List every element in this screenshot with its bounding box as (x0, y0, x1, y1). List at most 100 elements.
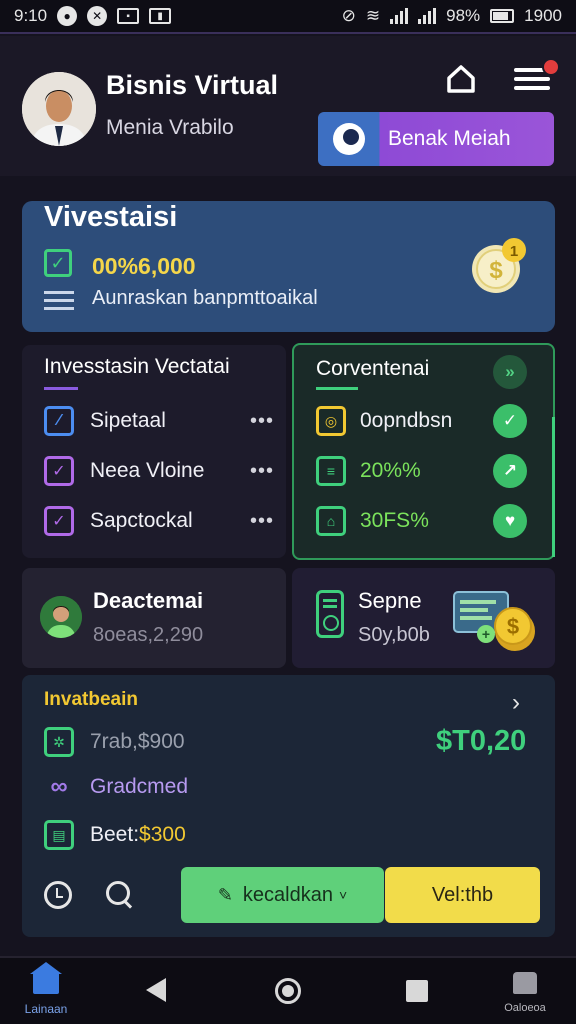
check-icon: ✓ (493, 404, 527, 438)
checkbox-icon: ✓ (44, 506, 74, 536)
investment-list-card: Invesstasin Vectatai ⁄ Sipetaal ••• ✓ Ne… (22, 345, 286, 558)
conversion-label: 20%% (360, 459, 421, 482)
page-title: Bisnis Virtual (106, 70, 279, 100)
app-header: Bisnis Virtual Menia Vrabilo Benak Meiah (0, 36, 576, 176)
september-value: S0y,b0b (358, 624, 430, 646)
header-action-button[interactable]: Benak Meiah (318, 112, 554, 166)
primary-action-label: kecaldkan (242, 883, 333, 906)
deposit-title: Deactemai (93, 588, 204, 613)
money-screen-icon: + $ (453, 591, 535, 651)
more-icon[interactable]: ••• (250, 510, 274, 533)
camera-icon: ● (57, 6, 78, 26)
close-circle-icon: ✕ (87, 6, 108, 26)
receipt-icon: ▤ (44, 820, 74, 850)
conversion-title: Corventenai (316, 357, 430, 380)
balance-card[interactable]: Vivestaisi ✓ 00%6,000 Aunraskan banpmtto… (22, 201, 555, 332)
wallet-icon (316, 590, 344, 638)
page-subtitle: Menia Vrabilo (106, 116, 234, 139)
investment-list-title: Invesstasin Vectatai (44, 355, 230, 378)
recents-icon[interactable] (406, 980, 428, 1002)
mute-icon: ⊘ (341, 6, 356, 25)
heart-icon: ♥ (493, 504, 527, 538)
notification-badge (542, 58, 560, 76)
nav-home[interactable]: Lainaan (18, 962, 74, 1024)
list-item[interactable]: ✓ Sapctockal ••• (44, 503, 274, 539)
gear-icon: ✲ (44, 727, 74, 757)
more-icon[interactable]: ••• (250, 460, 274, 483)
summary-row-label: Beet:$300 (90, 823, 186, 847)
deposit-value: 8oeas,2,290 (93, 624, 204, 646)
back-icon[interactable] (146, 978, 166, 1002)
more-icon[interactable]: ••• (250, 410, 274, 433)
title-underline (316, 387, 358, 390)
status-left: 9:10 ● ✕ ▪ ▮ (14, 6, 172, 26)
target-icon: ◎ (316, 406, 346, 436)
list-item[interactable]: ✓ Neea Vloine ••• (44, 453, 274, 489)
card-accent-bar (552, 417, 555, 557)
search-icon[interactable] (106, 881, 136, 911)
wifi-icon: ≋ (365, 6, 381, 25)
investment-summary-amount: $T0,20 (436, 725, 527, 757)
svg-text:$: $ (507, 614, 519, 639)
conversion-card: Corventenai » ◎ 0opndbsn ✓ ≡ 20%% ↗ ⌂ 30… (292, 343, 555, 560)
home-icon (30, 962, 62, 994)
chevron-down-icon: ˅ (338, 887, 348, 903)
title-underline (44, 387, 78, 390)
avatar (40, 596, 82, 638)
list-item-label: Sapctockal (90, 509, 193, 532)
infinity-icon: ∞ (50, 773, 68, 800)
bottom-nav: Lainaan Oaloeoa (0, 956, 576, 1024)
status-time: 9:10 (14, 6, 48, 25)
investment-summary-title: Invatbeain (44, 689, 138, 710)
bag-icon (513, 972, 537, 994)
battery-percent: 98% (446, 6, 481, 25)
conversion-label: 0opndbsn (360, 409, 453, 432)
september-title: Sepne (358, 588, 422, 613)
summary-row-prefix: Beet: (90, 823, 140, 846)
clipboard-icon: ▮ (149, 8, 172, 24)
check-icon: ✓ (44, 249, 72, 277)
trend-icon: ↗ (493, 454, 527, 488)
status-bar: 9:10 ● ✕ ▪ ▮ ⊘ ≋ 98% 1900 (0, 0, 576, 34)
secondary-action-button[interactable]: Vel:thb (385, 867, 540, 923)
list-icon (44, 291, 74, 315)
svg-text:$: $ (489, 257, 503, 284)
balance-amount: 00%6,000 (92, 253, 196, 279)
chevron-badge-icon[interactable]: » (493, 355, 527, 389)
avatar-portrait (22, 72, 96, 146)
summary-row: ✲ 7rab,$900 (44, 725, 185, 759)
balance-title: Vivestaisi (44, 201, 178, 233)
nav-right-label: Oaloeoa (504, 1002, 546, 1014)
summary-row-label: Gradcmed (90, 775, 189, 798)
investment-summary-card: Invatbeain › $T0,20 ✲ 7rab,$900 ∞ Gradcm… (22, 675, 555, 937)
battery-icon (490, 9, 515, 23)
avatar[interactable] (22, 72, 96, 146)
primary-action-button[interactable]: ✎ kecaldkan ˅ (181, 867, 384, 923)
nav-home-label: Lainaan (24, 1002, 68, 1016)
clock-icon[interactable] (44, 881, 72, 909)
moon-icon (318, 123, 380, 155)
home-icon[interactable] (444, 62, 478, 96)
conversion-label: 30FS% (360, 509, 429, 532)
balance-description: Aunraskan banpmttoaikal (92, 287, 318, 309)
checkbox-icon: ✓ (44, 456, 74, 486)
nav-right[interactable]: Oaloeoa (500, 972, 550, 1014)
deposit-card[interactable]: Deactemai 8oeas,2,290 (22, 568, 286, 668)
list-item[interactable]: ⁄ Sipetaal ••• (44, 403, 274, 439)
signal-icon-2 (418, 8, 437, 24)
summary-row: ▤ Beet:$300 (44, 818, 186, 852)
chevron-right-icon[interactable]: › (512, 689, 520, 717)
document-icon: ≡ (316, 456, 346, 486)
card-icon: ▪ (117, 8, 140, 24)
coin-badge: 1 (510, 243, 518, 260)
home-circle-icon[interactable] (275, 978, 301, 1004)
signal-icon (390, 8, 409, 24)
list-item-label: Neea Vloine (90, 459, 205, 482)
september-card[interactable]: Sepne S0y,b0b + $ (292, 568, 555, 668)
summary-row-label: 7rab,$900 (90, 730, 185, 753)
list-item-label: Sipetaal (90, 409, 166, 432)
crosshair-icon: ⁄ (44, 406, 74, 436)
secondary-action-label: Vel:thb (431, 883, 494, 906)
coin-icon: $ 1 (472, 238, 526, 293)
status-right: ⊘ ≋ 98% 1900 (342, 6, 562, 26)
